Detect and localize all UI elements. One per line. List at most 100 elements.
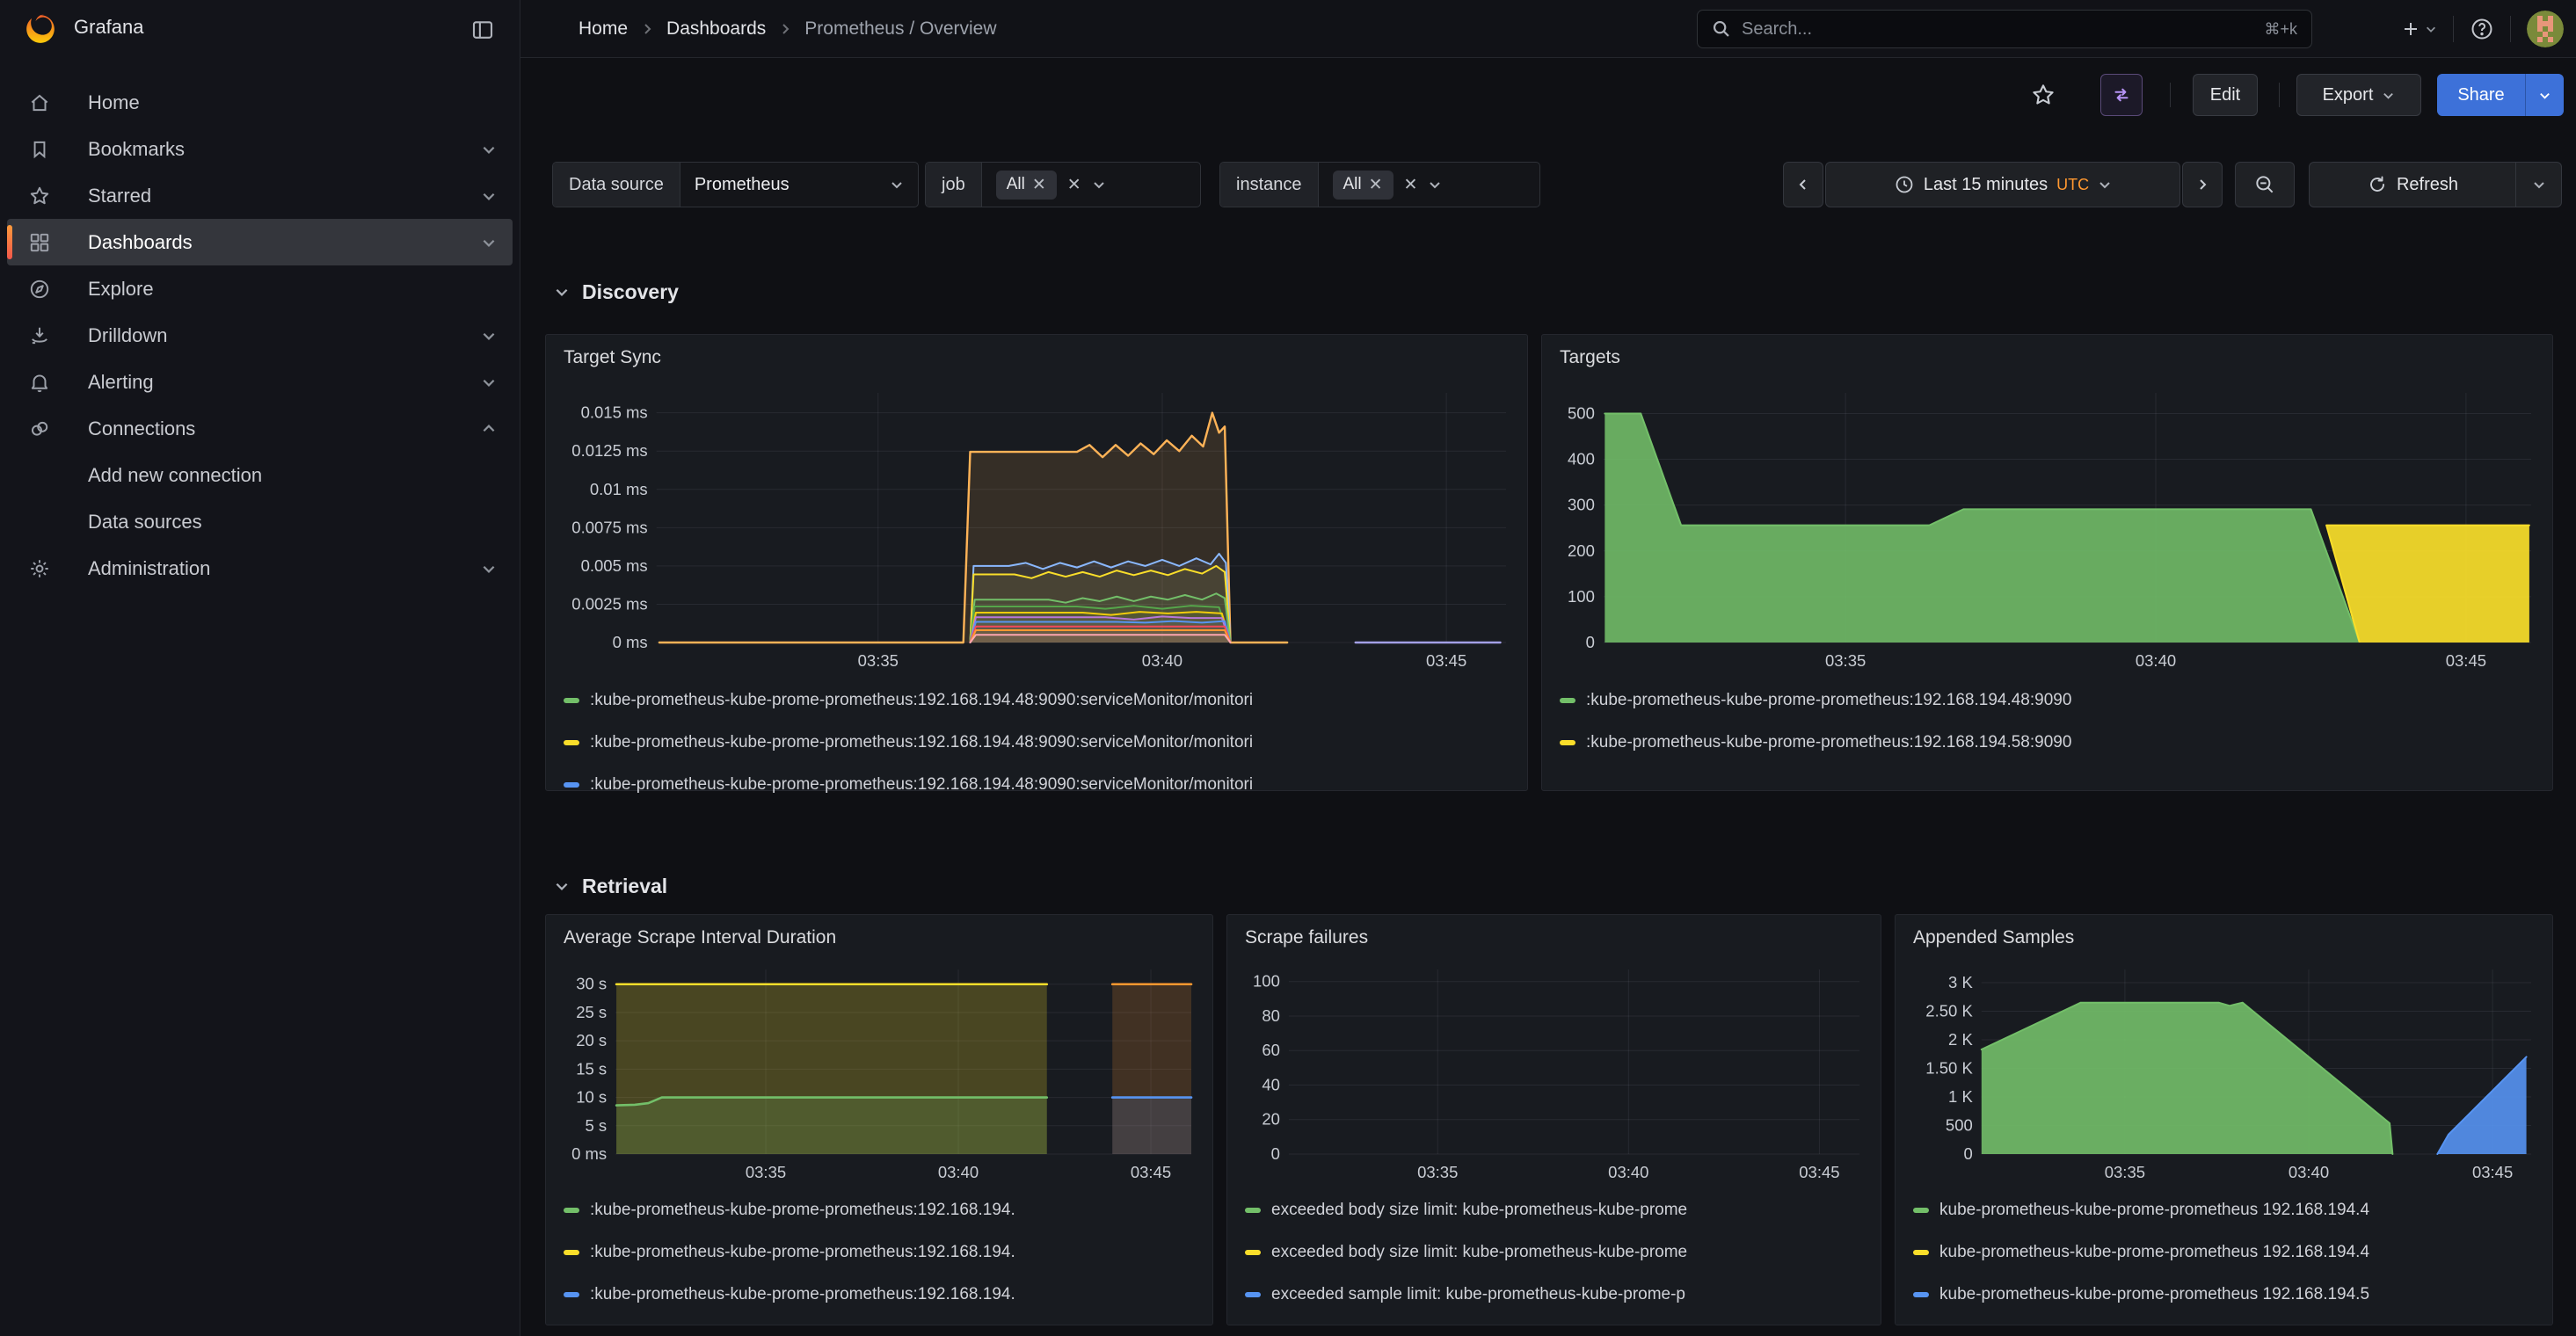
sidebar-item-bookmarks[interactable]: Bookmarks (7, 126, 513, 172)
connections-icon (28, 418, 51, 440)
breadcrumb-home[interactable]: Home (579, 18, 628, 40)
svg-text:0 ms: 0 ms (613, 633, 648, 651)
legend-item[interactable]: exceeded body size limit: kube-prometheu… (1245, 1189, 1870, 1231)
sidebar-item-data-sources[interactable]: Data sources (7, 498, 513, 545)
job-chip-all[interactable]: All ✕ (996, 171, 1057, 200)
help-button[interactable] (2470, 17, 2494, 41)
add-button[interactable] (2400, 18, 2437, 40)
clock-icon (1894, 174, 1915, 195)
svg-text:40: 40 (1262, 1075, 1280, 1093)
compare-toggle-button[interactable] (2100, 74, 2143, 116)
remove-chip-icon[interactable]: ✕ (1369, 175, 1383, 195)
datasource-select[interactable]: Prometheus (680, 163, 918, 207)
chevron-down-icon (2538, 89, 2551, 102)
svg-text:03:35: 03:35 (2105, 1163, 2145, 1181)
clear-selection-icon[interactable]: ✕ (1067, 175, 1081, 195)
svg-text:100: 100 (1568, 587, 1595, 606)
breadcrumb: Home Dashboards Prometheus / Overview (579, 0, 997, 58)
sidebar-item-connections[interactable]: Connections (7, 405, 513, 452)
sidebar-item-drilldown[interactable]: Drilldown (7, 312, 513, 359)
share-dropdown-button[interactable] (2525, 74, 2564, 116)
legend-item[interactable]: exceeded sample limit: kube-prometheus-k… (1245, 1274, 1870, 1316)
svg-text:500: 500 (1946, 1115, 1973, 1134)
series-color-dash (1560, 740, 1575, 745)
refresh-interval-dropdown[interactable] (2516, 162, 2562, 207)
time-shift-back-button[interactable] (1783, 162, 1823, 207)
zoom-out-button[interactable] (2235, 162, 2295, 207)
target-sync-chart[interactable]: 0 ms0.0025 ms0.005 ms0.0075 ms0.01 ms0.0… (557, 386, 1517, 672)
time-shift-forward-button[interactable] (2182, 162, 2223, 207)
user-avatar[interactable] (2527, 11, 2564, 47)
sidebar-item-add-new-connection[interactable]: Add new connection (7, 452, 513, 498)
svg-text:15 s: 15 s (576, 1059, 607, 1078)
favorite-star-button[interactable] (2022, 74, 2064, 116)
panel-title[interactable]: Targets (1560, 347, 1620, 368)
search-input[interactable]: Search... ⌘+k (1697, 10, 2312, 48)
sidebar-toggle-button[interactable] (469, 15, 499, 45)
svg-text:03:35: 03:35 (746, 1163, 786, 1181)
search-placeholder: Search... (1742, 19, 2253, 40)
star-icon (28, 185, 51, 207)
legend-item[interactable]: exceeded body size limit: kube-prometheu… (1245, 1231, 1870, 1274)
legend-item[interactable]: :kube-prometheus-kube-prome-prometheus:1… (564, 1274, 1202, 1316)
targets-chart[interactable]: 010020030040050003:3503:4003:45 (1553, 386, 2542, 672)
clear-selection-icon[interactable]: ✕ (1404, 175, 1418, 195)
section-retrieval[interactable]: Retrieval (554, 868, 667, 904)
instance-chip-all[interactable]: All ✕ (1333, 171, 1394, 200)
chevron-right-icon (640, 22, 654, 36)
legend-item[interactable]: kube-prometheus-kube-prome-prometheus 19… (1913, 1231, 2542, 1274)
breadcrumb-dashboards[interactable]: Dashboards (666, 18, 766, 40)
chevron-down-icon (2098, 178, 2112, 192)
panel-title[interactable]: Target Sync (564, 347, 661, 368)
svg-text:03:45: 03:45 (1799, 1163, 1839, 1181)
legend-item[interactable]: kube-prometheus-kube-prome-prometheus 19… (1913, 1189, 2542, 1231)
share-button[interactable]: Share (2437, 74, 2525, 116)
help-icon (2470, 17, 2494, 41)
series-color-dash (564, 1292, 579, 1297)
legend-item[interactable]: :kube-prometheus-kube-prome-prometheus:1… (564, 764, 1517, 806)
svg-text:30 s: 30 s (576, 975, 607, 993)
instance-select[interactable]: All ✕ ✕ (1319, 163, 1540, 207)
sidebar-item-administration[interactable]: Administration (7, 545, 513, 592)
legend-item[interactable]: kube-prometheus-kube-prome-prometheus 19… (1913, 1274, 2542, 1316)
panel-title[interactable]: Scrape failures (1245, 927, 1368, 948)
job-select[interactable]: All ✕ ✕ (982, 163, 1200, 207)
export-button[interactable]: Export (2296, 74, 2421, 116)
refresh-button[interactable]: Refresh (2309, 162, 2516, 207)
legend-item[interactable]: :kube-prometheus-kube-prome-prometheus:1… (564, 1189, 1202, 1231)
legend-item[interactable]: :kube-prometheus-kube-prome-prometheus:1… (1560, 679, 2542, 722)
edit-button[interactable]: Edit (2193, 74, 2258, 116)
sidebar-item-starred[interactable]: Starred (7, 172, 513, 219)
legend-item[interactable]: :kube-prometheus-kube-prome-prometheus:1… (564, 722, 1517, 764)
avg-scrape-chart[interactable]: 0 ms5 s10 s15 s20 s25 s30 s03:3503:4003:… (557, 962, 1202, 1184)
chevron-down-icon (554, 878, 570, 894)
instance-label: instance (1220, 163, 1319, 207)
time-range-picker[interactable]: Last 15 minutes UTC (1825, 162, 2180, 207)
legend-item[interactable]: :kube-prometheus-kube-prome-prometheus:1… (564, 679, 1517, 722)
sidebar-item-explore[interactable]: Explore (7, 265, 513, 312)
legend-item[interactable]: :kube-prometheus-kube-prome-prometheus:1… (1560, 722, 2542, 764)
chevron-down-icon (481, 235, 497, 250)
svg-text:100: 100 (1253, 972, 1280, 991)
svg-text:80: 80 (1262, 1006, 1280, 1025)
chevron-down-icon (481, 328, 497, 344)
remove-chip-icon[interactable]: ✕ (1032, 175, 1046, 195)
legend-item[interactable]: :kube-prometheus-kube-prome-prometheus:1… (564, 1231, 1202, 1274)
divider (2170, 83, 2171, 107)
panel-title[interactable]: Appended Samples (1913, 927, 2074, 948)
svg-text:0: 0 (1964, 1144, 1973, 1163)
appended-samples-chart[interactable]: 05001 K1.50 K2 K2.50 K3 K03:3503:4003:45 (1906, 962, 2542, 1184)
avg-scrape-legend: :kube-prometheus-kube-prome-prometheus:1… (564, 1189, 1202, 1316)
sidebar-item-home[interactable]: Home (7, 79, 513, 126)
sidebar-item-dashboards[interactable]: Dashboards (7, 219, 513, 265)
panel-title[interactable]: Average Scrape Interval Duration (564, 927, 836, 948)
svg-text:0 ms: 0 ms (571, 1144, 607, 1163)
svg-text:0.0025 ms: 0.0025 ms (571, 594, 647, 613)
svg-text:03:45: 03:45 (1131, 1163, 1171, 1181)
refresh-icon (2367, 174, 2388, 195)
svg-text:0: 0 (1586, 633, 1595, 651)
chevron-down-icon (481, 561, 497, 577)
sidebar-item-alerting[interactable]: Alerting (7, 359, 513, 405)
scrape-failures-chart[interactable]: 02040608010003:3503:4003:45 (1238, 962, 1870, 1184)
section-discovery[interactable]: Discovery (554, 274, 679, 309)
